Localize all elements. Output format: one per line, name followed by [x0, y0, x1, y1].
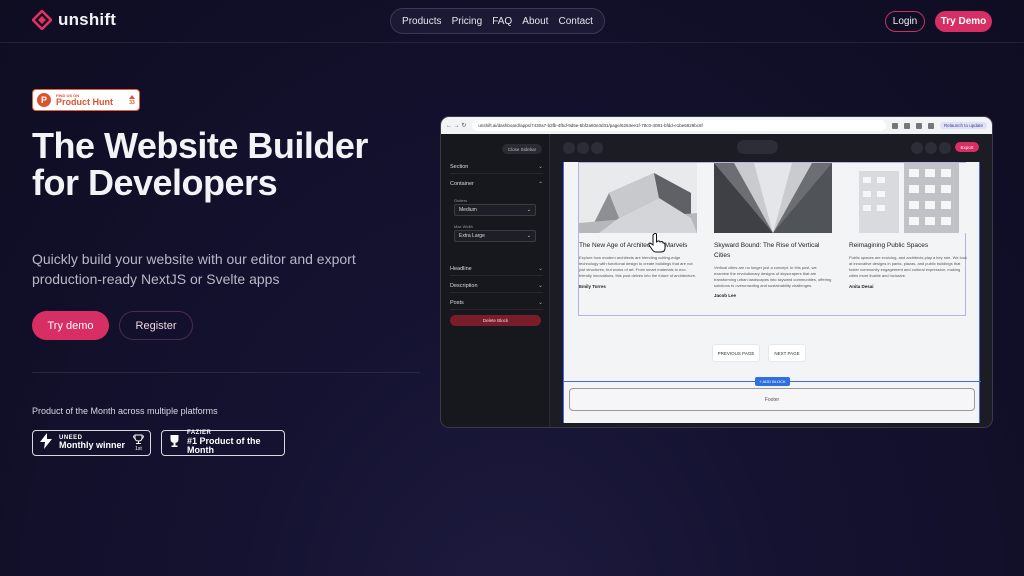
max-width-select: Extra Large ⌄: [454, 230, 536, 242]
max-width-label: Max Width: [454, 224, 473, 229]
blog-card-excerpt: Vertical cities are no longer just a con…: [714, 264, 832, 289]
awards-caption: Product of the Month across multiple pla…: [32, 406, 218, 416]
browser-url-bar: unshift.ai/dashboard/apps/7430a7-b3fb-4f…: [472, 120, 886, 131]
nav-faq[interactable]: FAQ: [492, 16, 512, 27]
blog-card-excerpt: Public spaces are evolving, and architec…: [849, 254, 967, 279]
chevron-down-icon: ⌄: [537, 283, 543, 289]
try-demo-button[interactable]: Try demo: [32, 311, 109, 340]
description-label: Description: [450, 282, 478, 289]
nav-about[interactable]: About: [522, 16, 548, 27]
container-label: Container: [450, 181, 474, 187]
hand-cursor-icon: [648, 233, 666, 258]
blog-card-title: Reimagining Public Spaces: [849, 242, 929, 249]
blog-card-title: The New Age of Architectural Marvels: [579, 242, 688, 249]
blog-card-title: Skyward Bound: The Rise of Vertical Citi…: [714, 242, 820, 259]
blog-card-excerpt: Explore how modern architects are blendi…: [579, 254, 697, 279]
device-toggle-group: [737, 140, 778, 154]
settings-icon: [939, 142, 951, 154]
gutters-value: Medium: [459, 207, 477, 213]
previous-page-button: PREVIOUS PAGE: [713, 345, 759, 361]
brand-name: unshift: [58, 10, 117, 29]
sidebar-posts-row: Posts ⌄: [450, 296, 543, 310]
section-label: Section: [450, 163, 469, 170]
trophy-icon: [168, 434, 181, 453]
blog-card: Skyward Bound: The Rise of Vertical Citi…: [714, 163, 832, 298]
lightning-icon: [39, 432, 53, 454]
blog-card-image: [849, 163, 967, 233]
hero-title: The Website Builder for Developers: [32, 125, 368, 203]
toolbar-icon: [577, 142, 589, 154]
product-hunt-votes: 33: [129, 94, 135, 106]
chevron-down-icon: ⌄: [537, 300, 543, 306]
editor-canvas: Export The New Age of Architectural Marv…: [551, 134, 992, 427]
uneed-rank: 1st: [135, 446, 142, 452]
blog-card-author: Jacob Lee: [714, 293, 737, 299]
hero-divider: [32, 372, 420, 373]
chevron-up-icon: ⌃: [537, 181, 543, 188]
blog-card: Reimagining Public Spaces Public spaces …: [849, 163, 967, 289]
hero-subtitle: Quickly build your website with our edit…: [32, 251, 356, 287]
product-hunt-icon: P: [37, 93, 51, 107]
close-sidebar-button: Close Sidebar: [502, 144, 542, 154]
add-block-button: + ADD BLOCK: [755, 377, 790, 386]
chevron-down-icon: ⌄: [526, 233, 531, 239]
fazier-title: #1 Product of the Month: [187, 435, 261, 456]
nav-pricing[interactable]: Pricing: [452, 16, 483, 27]
register-button[interactable]: Register: [119, 311, 193, 340]
blog-card-author: Emily Torres: [579, 283, 606, 289]
unshift-logo-icon: [31, 9, 53, 31]
blog-card-author: Anita Desai: [849, 283, 874, 289]
extension-icon: [891, 122, 898, 129]
blog-posts-block: The New Age of Architectural Marvels Exp…: [578, 162, 967, 316]
editor-sidebar: Close Sidebar Section ⌄ Container ⌃ Gutter…: [441, 134, 550, 427]
redo-icon: [925, 142, 937, 154]
nav-contact[interactable]: Contact: [558, 16, 592, 27]
preview-page: The New Age of Architectural Marvels Exp…: [563, 162, 981, 423]
browser-nav-icons: ← → ↻: [446, 123, 467, 129]
login-button[interactable]: Login: [885, 11, 925, 32]
main-nav: Products Pricing FAQ About Contact: [390, 8, 605, 34]
headline-label: Headline: [450, 265, 472, 272]
relaunch-button: Relaunch to update: [939, 122, 987, 129]
try-demo-header-button[interactable]: Try Demo: [935, 11, 992, 32]
browser-toolbar: ← → ↻ unshift.ai/dashboard/apps/7430a7-b…: [441, 117, 992, 134]
editor-screenshot: ← → ↻ unshift.ai/dashboard/apps/7430a7-b…: [441, 117, 992, 427]
uneed-award-badge[interactable]: UNEED Monthly winner 1st: [32, 430, 151, 456]
blog-card: The New Age of Architectural Marvels Exp…: [579, 163, 697, 289]
product-hunt-name: Product Hunt: [56, 96, 113, 107]
max-width-value: Extra Large: [459, 233, 485, 239]
undo-icon: [911, 142, 923, 154]
blog-card-image: [714, 163, 832, 233]
blog-card-image: [579, 163, 697, 233]
fazier-award-badge[interactable]: FAZIER #1 Product of the Month: [161, 430, 285, 456]
chevron-down-icon: ⌄: [537, 164, 543, 170]
sidebar-headline-row: Headline ⌄: [450, 262, 543, 276]
chevron-down-icon: ⌄: [537, 266, 543, 272]
toolbar-icon: [591, 142, 603, 154]
extension-icon: [927, 122, 934, 129]
export-button: Export: [955, 142, 979, 152]
upvote-icon: [129, 94, 135, 99]
site-header: unshift Products Pricing FAQ About Conta…: [0, 0, 1024, 43]
sidebar-description-row: Description ⌄: [450, 279, 543, 293]
sidebar-section-row: Section ⌄: [450, 160, 543, 174]
uneed-title: Monthly winner: [59, 440, 125, 451]
brand-logo[interactable]: unshift: [31, 9, 117, 31]
next-page-button: NEXT PAGE: [769, 345, 805, 361]
chevron-down-icon: ⌄: [526, 207, 531, 213]
extension-icon: [903, 122, 910, 129]
footer-block: Footer: [569, 388, 975, 411]
extension-icon: [915, 122, 922, 129]
vote-count: 33: [129, 99, 135, 106]
gutters-select: Medium ⌄: [454, 204, 536, 216]
gutters-label: Gutters: [454, 198, 468, 203]
trophy-icon: [133, 434, 144, 446]
posts-label: Posts: [450, 299, 464, 306]
nav-products[interactable]: Products: [402, 16, 441, 27]
sidebar-container-row: Container ⌃: [450, 177, 543, 191]
delete-block-button: Delete Block: [450, 315, 541, 326]
toolbar-icon: [563, 142, 575, 154]
product-hunt-badge[interactable]: P FIND US ON Product Hunt 33: [32, 89, 140, 111]
